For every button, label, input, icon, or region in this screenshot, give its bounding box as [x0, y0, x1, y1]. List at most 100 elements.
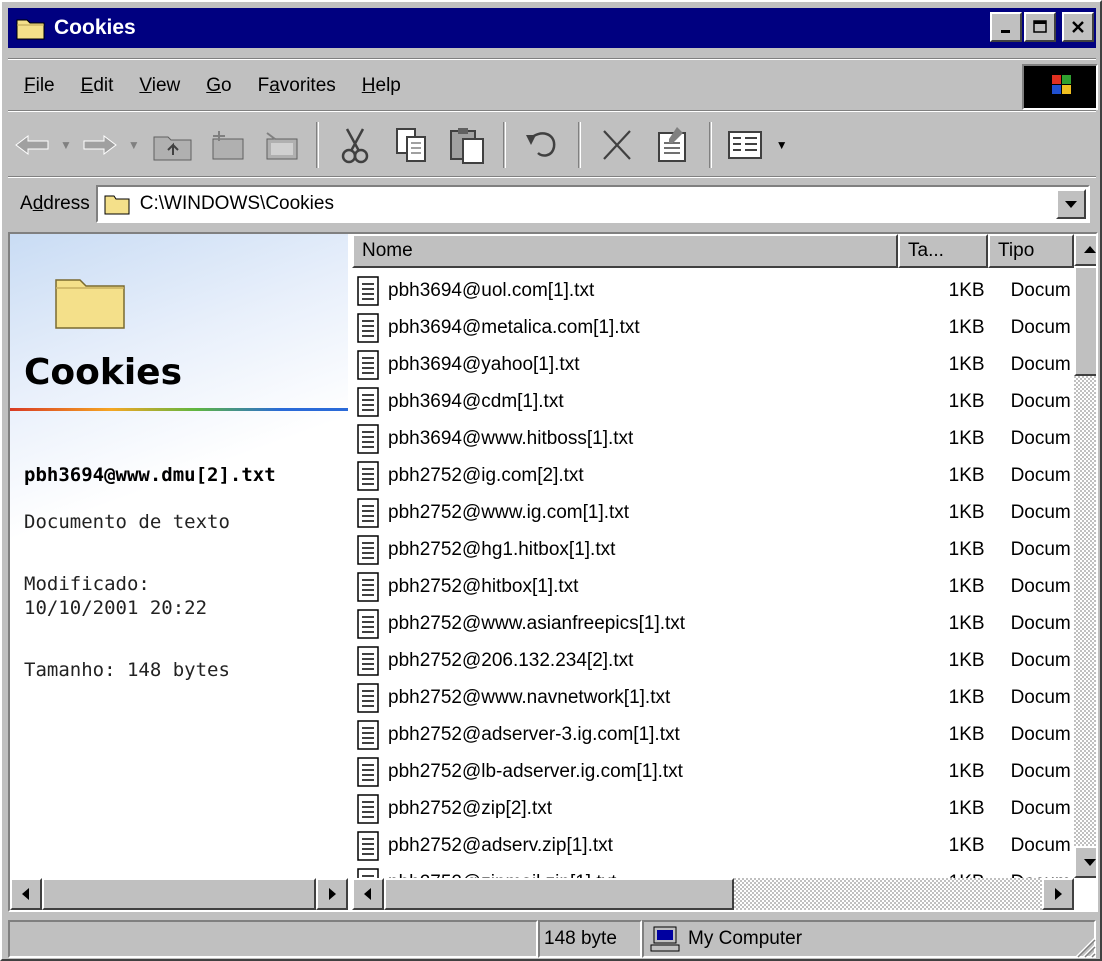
file-row[interactable]: pbh2752@lb-adserver.ig.com[1].txt 1KB Docu… [352, 753, 1074, 790]
views-dropdown-icon[interactable]: ▼ [776, 138, 788, 152]
column-header-name[interactable]: Nome [352, 234, 898, 268]
minimize-icon [1001, 30, 1010, 33]
menu-file[interactable]: File [8, 75, 68, 97]
text-file-icon [357, 682, 379, 713]
file-row[interactable]: pbh2752@zip[2].txt 1KB Docum [352, 790, 1074, 827]
file-row[interactable]: pbh3694@cdm[1].txt 1KB Docum [352, 383, 1074, 420]
file-row[interactable]: pbh3694@www.hitboss[1].txt 1KB Docum [352, 420, 1074, 457]
file-size-cell: 1KB [948, 575, 985, 597]
left-pane-horizontal-scrollbar[interactable] [10, 878, 348, 910]
file-row[interactable]: pbh2752@206.132.234[2].txt 1KB Docum [352, 642, 1074, 679]
color-rule [10, 408, 348, 411]
file-type-cell: Docum [1010, 760, 1071, 782]
file-row[interactable]: pbh2752@adserv.zip[1].txt 1KB Docum [352, 827, 1074, 864]
back-dropdown-icon[interactable]: ▼ [60, 138, 72, 152]
list-scroll-thumb[interactable] [384, 878, 734, 910]
maximize-button[interactable] [1024, 12, 1056, 42]
status-message-pane [8, 920, 538, 958]
file-row[interactable]: pbh3694@metalica.com[1].txt 1KB Docum [352, 309, 1074, 346]
menu-go[interactable]: Go [193, 75, 244, 97]
vertical-scrollbar[interactable] [1074, 234, 1096, 878]
file-name: pbh3694@uol.com[1].txt [388, 279, 595, 301]
file-row[interactable]: pbh2752@hg1.hitbox[1].txt 1KB Docum [352, 531, 1074, 568]
file-type-cell: Docum [1010, 538, 1071, 560]
text-file-icon [357, 386, 379, 417]
delete-button[interactable] [589, 120, 645, 170]
column-header-type[interactable]: Tipo [988, 234, 1074, 268]
file-name: pbh2752@ig.com[2].txt [388, 464, 584, 486]
minimize-button[interactable] [990, 12, 1022, 42]
list-scroll-left-button[interactable] [352, 878, 384, 910]
paste-button[interactable] [439, 120, 495, 170]
list-scroll-right-button[interactable] [1042, 878, 1074, 910]
text-file-icon [357, 719, 379, 750]
menu-view[interactable]: View [126, 75, 193, 97]
close-button[interactable] [1062, 12, 1094, 42]
copy-button[interactable] [383, 120, 439, 170]
maximize-icon [1033, 20, 1047, 33]
menu-favorites[interactable]: Favorites [245, 75, 349, 97]
selected-file-name: pbh3694@www.dmu[2].txt [24, 464, 276, 486]
forward-button[interactable] [78, 120, 122, 170]
modified-value: 10/10/2001 20:22 [24, 597, 208, 619]
menu-edit[interactable]: Edit [68, 75, 127, 97]
file-row[interactable]: pbh3694@uol.com[1].txt 1KB Docum [352, 272, 1074, 309]
up-folder-icon [153, 136, 192, 161]
list-horizontal-scrollbar[interactable] [352, 878, 1074, 910]
scroll-right-button[interactable] [316, 878, 348, 910]
scroll-left-button[interactable] [10, 878, 42, 910]
cut-icon [341, 128, 369, 164]
cut-button[interactable] [327, 120, 383, 170]
windows-logo [1022, 64, 1098, 110]
address-dropdown-button[interactable] [1056, 189, 1086, 219]
disconnect-drive-button[interactable] [254, 120, 308, 170]
forward-dropdown-icon[interactable]: ▼ [128, 138, 140, 152]
file-row[interactable]: pbh2752@adserver-3.ig.com[1].txt 1KB Docum [352, 716, 1074, 753]
toolbar-separator [8, 110, 1096, 112]
menu-help[interactable]: Help [349, 75, 414, 97]
file-size-cell: 1KB [948, 649, 985, 671]
address-input[interactable]: C:\WINDOWS\Cookies [95, 185, 1090, 223]
up-button[interactable] [146, 120, 200, 170]
text-file-icon [357, 756, 379, 787]
file-name: pbh2752@adserv.zip[1].txt [388, 834, 613, 856]
file-size-cell: 1KB [948, 353, 985, 375]
properties-icon [657, 127, 686, 162]
arrow-left-icon [364, 888, 371, 900]
column-header-size[interactable]: Ta... [898, 234, 988, 268]
file-row[interactable]: pbh2752@ig.com[2].txt 1KB Docum [352, 457, 1074, 494]
copy-icon [395, 128, 426, 162]
address-separator [8, 176, 1096, 178]
toolbar-divider [502, 122, 506, 168]
views-button[interactable] [720, 120, 770, 170]
vertical-scroll-thumb[interactable] [1074, 266, 1096, 376]
title-bar[interactable]: Cookies [8, 8, 1096, 48]
undo-button[interactable] [514, 120, 570, 170]
file-name: pbh2752@hitbox[1].txt [388, 575, 579, 597]
file-name: pbh3694@cdm[1].txt [388, 390, 564, 412]
file-row[interactable]: pbh2752@www.navnetwork[1].txt 1KB Docum [352, 679, 1074, 716]
back-button[interactable] [10, 120, 54, 170]
file-name: pbh2752@hg1.hitbox[1].txt [388, 538, 616, 560]
modified-label: Modificado: [24, 573, 150, 595]
properties-button[interactable] [645, 120, 701, 170]
file-row[interactable]: pbh2752@zipmail.zip[1].txt1KBDocum [352, 864, 1074, 878]
left-pane-scroll-thumb[interactable] [42, 878, 316, 910]
text-file-icon [357, 460, 379, 491]
file-row[interactable]: pbh2752@www.asianfreepics[1].txt 1KB Docum [352, 605, 1074, 642]
file-size-cell: 1KB [948, 834, 985, 856]
file-type-cell: Docum [1010, 723, 1071, 745]
file-row[interactable]: pbh2752@hitbox[1].txt 1KB Docum [352, 568, 1074, 605]
file-type-cell: Docum [1010, 501, 1071, 523]
text-file-icon [357, 830, 379, 861]
file-row[interactable]: pbh3694@yahoo[1].txt 1KB Docum [352, 346, 1074, 383]
file-row[interactable]: pbh2752@www.ig.com[1].txt 1KB Docum [352, 494, 1074, 531]
resize-grip-icon[interactable] [1068, 930, 1096, 958]
file-type-cell: Docum [1010, 575, 1071, 597]
file-size-cell: 1KB [948, 316, 985, 338]
back-arrow-icon [15, 135, 49, 155]
scroll-down-button[interactable] [1074, 846, 1096, 878]
file-type-cell: Docum [1010, 390, 1071, 412]
map-drive-button[interactable] [200, 120, 254, 170]
scroll-up-button[interactable] [1074, 234, 1096, 266]
